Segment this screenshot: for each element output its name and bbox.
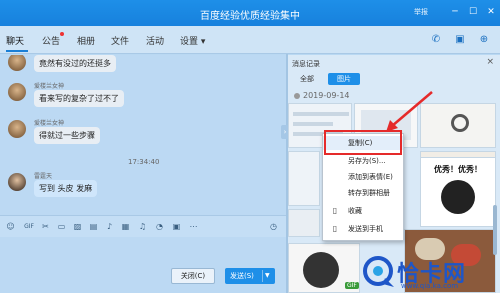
add-member-icon[interactable]: ⊕ — [476, 32, 492, 48]
menu-item-label: 发送到手机 — [348, 225, 383, 233]
gif-thumbnail[interactable]: GIF — [288, 243, 360, 293]
music-icon[interactable]: ♫ — [137, 221, 148, 232]
menu-item-save-to-album[interactable]: 转存到群相册 — [323, 186, 403, 200]
mic-icon[interactable]: ♪ — [104, 221, 115, 232]
menu-item-label: 收藏 — [348, 207, 362, 215]
tab-announcement[interactable]: 公告 — [42, 34, 60, 47]
emoji-icon[interactable]: ☺ — [5, 221, 16, 232]
phone-icon: ▯ — [332, 224, 338, 233]
thumb-content — [451, 114, 469, 132]
menu-item-favorite[interactable]: ▯ 收藏 — [323, 204, 403, 218]
annotation-arrow — [386, 91, 433, 132]
tab-activity[interactable]: 活动 — [146, 34, 164, 47]
message-bubble: 竟然有没过的还挺多 — [34, 55, 116, 72]
chat-messages: 竟然有没过的还挺多 爱楼兰女神 看来写的复杂了过不了 爱楼兰女神 得就过一些步骤… — [0, 55, 286, 215]
date-dot-icon — [294, 92, 300, 99]
sender-name: 雷霆天 — [34, 173, 53, 180]
history-tab-images[interactable]: 图片 — [328, 73, 360, 85]
history-title: 消息记录 — [292, 60, 320, 68]
avatar[interactable] — [8, 120, 26, 138]
avatar[interactable] — [8, 83, 26, 101]
history-clock-icon[interactable]: ◷ — [268, 221, 279, 232]
meme-text: 优秀！优秀！ — [434, 165, 482, 174]
sender-name: 爱楼兰女神 — [34, 83, 65, 90]
gif-icon[interactable]: GIF — [22, 221, 36, 232]
send-divider — [262, 270, 263, 282]
phone-call-icon[interactable]: ✆ — [428, 32, 444, 48]
camera-icon[interactable]: ▣ — [171, 221, 182, 232]
tab-files[interactable]: 文件 — [111, 34, 129, 47]
meme-thumbnail[interactable]: 优秀！优秀！ — [420, 157, 496, 227]
send-label: 发送(S) — [230, 272, 254, 280]
menu-item-label: 转存到群相册 — [348, 189, 390, 197]
more-icon[interactable]: ⋯ — [188, 221, 199, 232]
maximize-button[interactable]: ☐ — [466, 6, 480, 18]
menu-item-send-to-phone[interactable]: ▯ 发送到手机 — [323, 222, 403, 236]
avatar[interactable] — [8, 55, 26, 71]
message-bubble: 得就过一些步骤 — [34, 127, 100, 144]
close-button[interactable]: 关闭(C) — [171, 268, 215, 284]
image-thumbnail[interactable] — [288, 151, 320, 206]
bell-icon[interactable]: ◔ — [154, 221, 165, 232]
notification-dot — [60, 32, 64, 36]
history-date: 2019-09-14 — [294, 91, 350, 100]
grid-icon[interactable]: ▦ — [120, 221, 131, 232]
menu-item-label: 另存为(S)... — [348, 157, 386, 165]
chat-bubble-icon[interactable]: ▣ — [452, 32, 468, 48]
meme-face — [441, 180, 475, 214]
thumb-line — [293, 112, 349, 116]
tab-settings[interactable]: 设置 ▾ — [180, 34, 205, 47]
watermark: 恰卡网 www.qia.ka.com — [357, 252, 500, 292]
message-bubble: 写到 头皮 发麻 — [34, 180, 98, 197]
menu-item-add-to-emoji[interactable]: 添加到表情(E) — [323, 170, 403, 184]
screenshot-icon[interactable]: ✂ — [40, 221, 51, 232]
input-toolbar: ☺ GIF ✂ ▭ ▨ ▤ ♪ ▦ ♫ ◔ ▣ ⋯ ◷ — [0, 215, 286, 237]
message-bubble: 看来写的复杂了过不了 — [34, 90, 124, 107]
title-bar: 百度经验优质经验集中 举报 ─ ☐ ✕ — [0, 0, 500, 26]
watermark-logo — [363, 256, 394, 287]
history-tab-all[interactable]: 全部 — [294, 73, 320, 85]
history-date-text: 2019-09-14 — [303, 91, 350, 100]
tab-bar: 聊天 公告 相册 文件 活动 设置 ▾ ✆ ▣ ⊕ — [0, 26, 500, 54]
avatar[interactable] — [8, 173, 26, 191]
tab-chat[interactable]: 聊天 — [6, 34, 24, 47]
file-icon[interactable]: ▭ — [56, 221, 67, 232]
meme-face — [303, 252, 339, 288]
minimize-button[interactable]: ─ — [448, 6, 462, 18]
thumb-line — [293, 122, 333, 126]
report-link[interactable]: 举报 — [414, 7, 428, 17]
history-scrollbar[interactable] — [493, 205, 497, 255]
send-button[interactable]: 发送(S) ▼ — [225, 268, 275, 284]
message-input[interactable] — [0, 237, 286, 293]
menu-item-label: 添加到表情(E) — [348, 173, 393, 181]
chevron-down-icon[interactable]: ▼ — [265, 268, 270, 284]
gift-icon[interactable]: ▤ — [88, 221, 99, 232]
menu-item-save-as[interactable]: 另存为(S)... — [323, 154, 403, 168]
tab-album[interactable]: 相册 — [77, 34, 95, 47]
message-timestamp: 17:34:40 — [128, 158, 160, 166]
active-tab-underline — [6, 50, 28, 52]
bookmark-icon: ▯ — [332, 206, 338, 215]
image-icon[interactable]: ▨ — [72, 221, 83, 232]
sender-name: 爱楼兰女神 — [34, 120, 65, 127]
image-thumbnail[interactable] — [288, 209, 320, 237]
history-close-icon[interactable]: × — [486, 57, 494, 67]
close-window-button[interactable]: ✕ — [484, 6, 498, 18]
watermark-url: www.qia.ka.com — [401, 282, 459, 290]
